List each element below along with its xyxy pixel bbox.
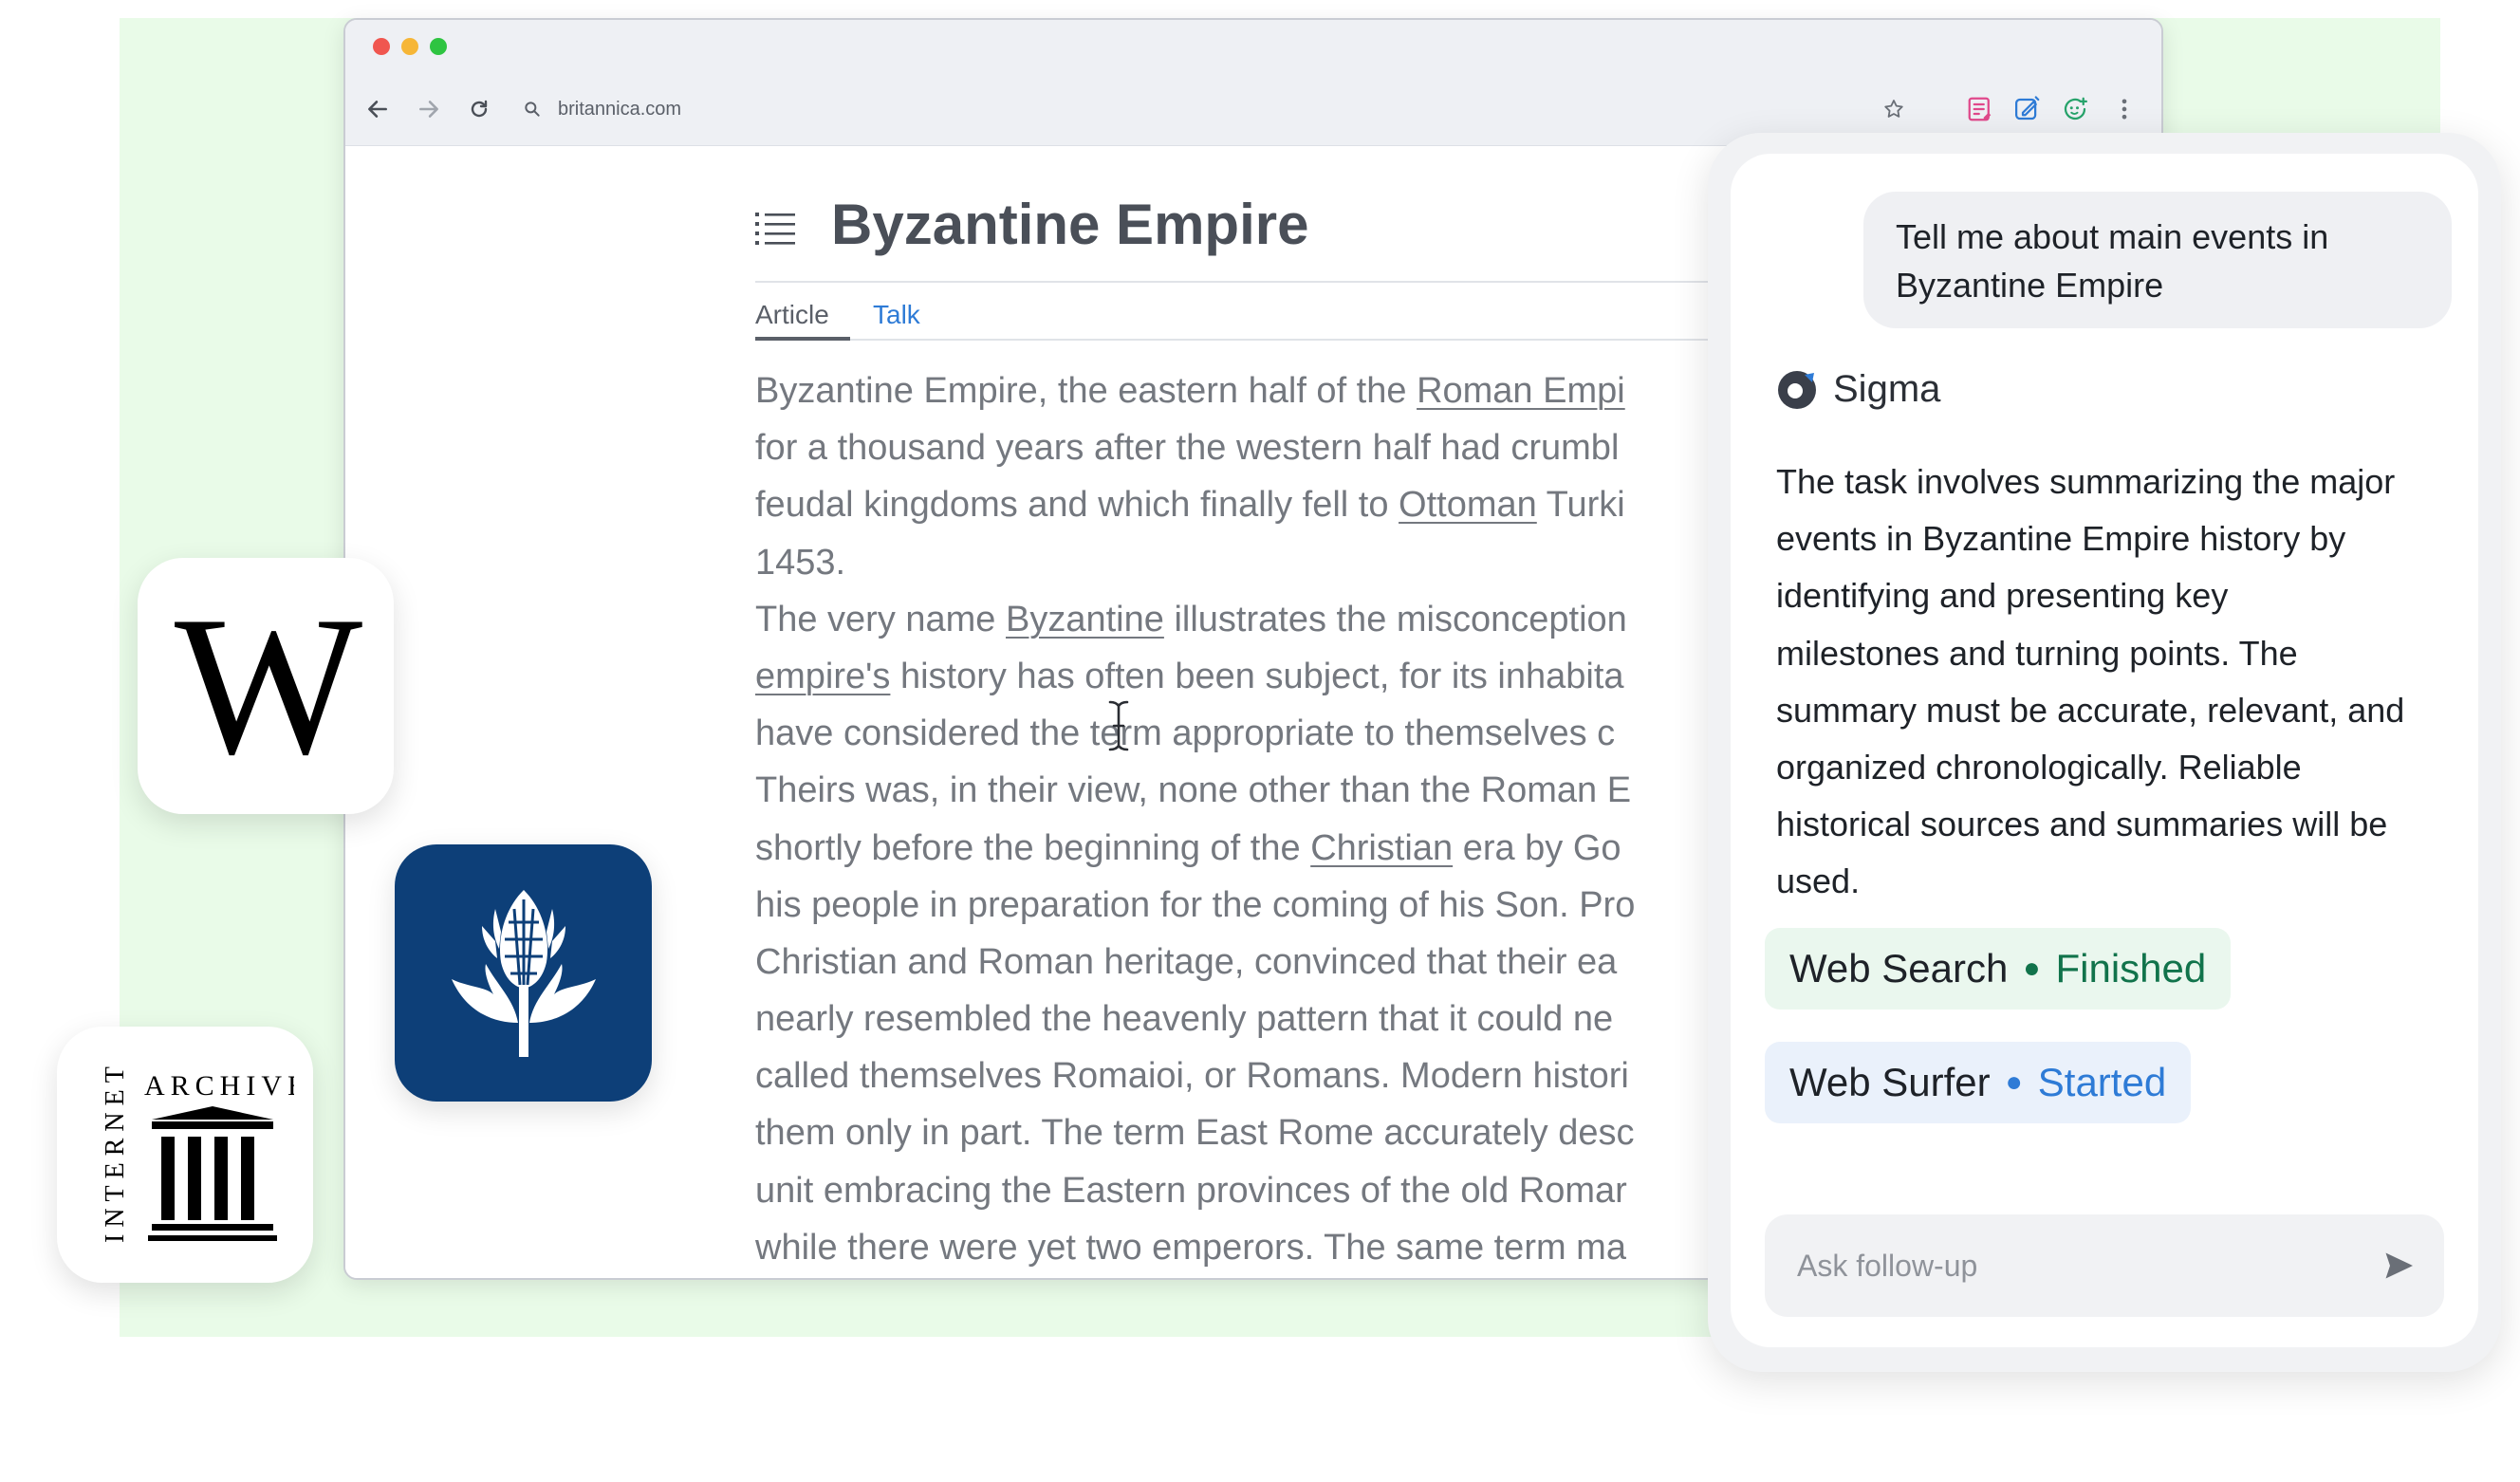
wikipedia-app[interactable]: W <box>138 558 394 814</box>
tool-name: Web Surfer <box>1789 1060 1991 1104</box>
note-extension-icon[interactable] <box>1961 90 1999 128</box>
tab-article[interactable]: Article <box>755 300 829 330</box>
article-text: nearly resembled the heavenly pattern th… <box>755 999 1614 1040</box>
assistant-answer: The task involves summarizing the major … <box>1776 462 2405 901</box>
article-text: era by Go <box>1453 827 1621 868</box>
status-badge: Started <box>2037 1060 2167 1104</box>
title-bar <box>345 20 2161 73</box>
article-link[interactable]: Ottoman <box>1399 485 1537 525</box>
article-text: Byzantine Empire, the eastern half of th… <box>755 371 1418 411</box>
archive-word: ARCHIVE <box>144 1070 294 1102</box>
table-of-contents-icon[interactable] <box>753 205 799 250</box>
send-icon[interactable] <box>2378 1245 2419 1287</box>
reload-icon[interactable] <box>460 90 498 128</box>
stage: britannica.com Byzantine Empire Article … <box>0 0 2520 1482</box>
article-text: have considered the term appropriate to … <box>755 713 1616 754</box>
britannica-app[interactable] <box>395 844 652 1102</box>
article-text: history has often been subject, for its … <box>890 656 1624 696</box>
back-arrow-icon[interactable] <box>359 90 397 128</box>
url-text[interactable]: britannica.com <box>558 99 681 120</box>
tool-status-web-surfer[interactable]: Web Surfer ● Started <box>1765 1042 2192 1123</box>
article-text: 1453. <box>755 542 846 583</box>
article-text: The very name <box>755 599 1006 639</box>
forward-arrow-icon[interactable] <box>410 90 448 128</box>
article-text: feudal kingdoms and which finally fell t… <box>755 485 1399 526</box>
assistant-header: Sigma <box>1776 368 1940 411</box>
chat-extension-icon[interactable] <box>2056 90 2094 128</box>
address-bar[interactable]: britannica.com <box>516 86 1911 132</box>
article-text: called themselves Romaioi, or Romans. Mo… <box>755 1056 1629 1097</box>
text-cursor-icon <box>1104 699 1133 752</box>
article-link[interactable]: Byzantine <box>1006 600 1164 639</box>
britannica-thistle-icon <box>438 880 609 1065</box>
article-text: them only in part. The term East Rome ac… <box>755 1113 1635 1154</box>
pen-extension-icon[interactable] <box>2009 90 2047 128</box>
article-text: for a thousand years after the western h… <box>755 428 1620 469</box>
active-tab-indicator <box>755 337 850 341</box>
tool-name: Web Search <box>1789 946 2009 991</box>
assistant-panel: Tell me about main events in Byzantine E… <box>1731 154 2478 1347</box>
search-icon <box>516 93 548 125</box>
article-text: Christian and Roman heritage, convinced … <box>755 941 1618 982</box>
wikipedia-icon: W <box>174 576 362 796</box>
assistant-name: Sigma <box>1833 368 1941 410</box>
sigma-logo-icon <box>1776 369 1818 411</box>
status-dot-icon: ● <box>2005 1066 2023 1098</box>
internet-word: INTERNET <box>101 1060 130 1243</box>
article-text: Turki <box>1536 485 1625 526</box>
followup-input[interactable] <box>1765 1214 2444 1317</box>
article-text: his people in preparation for the coming… <box>755 884 1636 925</box>
star-icon[interactable] <box>1875 90 1913 128</box>
user-message-bubble: Tell me about main events in Byzantine E… <box>1863 192 2452 328</box>
internet-archive-app[interactable]: ARCHIVE INTERNET <box>57 1027 313 1283</box>
article-text: illustrates the misconception <box>1163 599 1627 639</box>
more-vert-icon[interactable] <box>2105 90 2143 128</box>
status-badge: Finished <box>2055 946 2207 991</box>
close-window-button[interactable] <box>373 38 390 55</box>
article-text: unit embracing the Eastern provinces of … <box>755 1170 1627 1211</box>
status-dot-icon: ● <box>2023 953 2041 984</box>
tab-talk[interactable]: Talk <box>873 300 920 330</box>
tool-status-web-search[interactable]: Web Search ● Finished <box>1765 928 2232 1010</box>
article-link[interactable]: Christian <box>1310 828 1453 868</box>
article-text: shortly before the beginning of the <box>755 827 1311 868</box>
maximize-window-button[interactable] <box>430 38 447 55</box>
minimize-window-button[interactable] <box>401 38 418 55</box>
article-text: while there were yet two emperors. The s… <box>755 1227 1626 1268</box>
archive-building-icon: ARCHIVE INTERNET <box>101 1060 294 1243</box>
page-title: Byzantine Empire <box>831 193 1309 256</box>
article-text: Theirs was, in their view, none other th… <box>755 770 1632 811</box>
article-link[interactable]: Roman Empi <box>1417 371 1625 411</box>
article-link[interactable]: empire's <box>755 657 890 696</box>
